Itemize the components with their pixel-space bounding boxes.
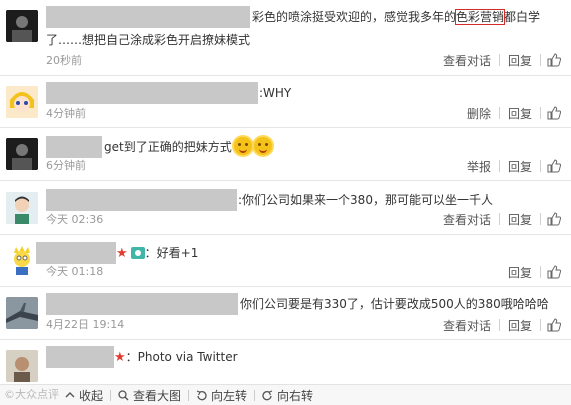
comment-actions: 查看对话 回复 bbox=[435, 211, 561, 227]
divider bbox=[0, 180, 571, 181]
comment-actions: 查看对话 回复 bbox=[435, 52, 561, 68]
like-icon[interactable] bbox=[541, 53, 561, 67]
comment-actions: 回复 bbox=[500, 264, 561, 280]
like-icon[interactable] bbox=[541, 106, 561, 120]
comment-text: 彩色的喷涂挺受欢迎的，感觉我多年的色彩营销都白学 bbox=[252, 9, 541, 25]
comment-text: get到了正确的把妹方式 bbox=[104, 137, 272, 157]
divider bbox=[0, 286, 571, 287]
report-link[interactable]: 举报 bbox=[459, 158, 499, 175]
avatar[interactable] bbox=[6, 192, 38, 224]
rotate-left-button[interactable]: 向左转 bbox=[189, 387, 254, 404]
username-redacted[interactable] bbox=[46, 346, 114, 368]
emoji-sun-icon bbox=[233, 137, 252, 155]
timestamp: 6分钟前 bbox=[46, 159, 86, 172]
collapse-button[interactable]: 收起 bbox=[58, 387, 110, 404]
comment-text: ★：Photo via Twitter bbox=[114, 350, 238, 365]
divider bbox=[0, 127, 571, 128]
like-icon[interactable] bbox=[541, 318, 561, 332]
like-icon[interactable] bbox=[541, 159, 561, 173]
username-redacted[interactable] bbox=[46, 82, 258, 104]
emoji-sun-icon bbox=[253, 137, 272, 155]
username-redacted[interactable] bbox=[46, 136, 102, 158]
timestamp: 20秒前 bbox=[46, 54, 82, 67]
avatar[interactable] bbox=[6, 350, 38, 382]
comment-text: 你们公司要是有330了，估计要改成500人的380哦哈哈哈 bbox=[240, 297, 549, 311]
username-redacted[interactable] bbox=[46, 6, 250, 28]
timestamp: 4分钟前 bbox=[46, 107, 86, 120]
avatar[interactable] bbox=[6, 297, 38, 329]
comment-text: :WHY bbox=[259, 86, 292, 100]
reply-link[interactable]: 回复 bbox=[500, 52, 540, 69]
like-icon[interactable] bbox=[541, 265, 561, 279]
reply-link[interactable]: 回复 bbox=[500, 211, 540, 228]
reply-link[interactable]: 回复 bbox=[500, 105, 540, 122]
camera-icon bbox=[130, 247, 145, 259]
timestamp: 今天 01:18 bbox=[46, 265, 104, 278]
username-redacted[interactable] bbox=[36, 242, 116, 264]
comment-actions: 举报 回复 bbox=[459, 158, 561, 174]
reply-link[interactable]: 回复 bbox=[500, 158, 540, 175]
vip-star-icon: ★ bbox=[116, 246, 128, 261]
view-conversation-link[interactable]: 查看对话 bbox=[435, 211, 499, 228]
delete-link[interactable]: 删除 bbox=[459, 105, 499, 122]
avatar[interactable] bbox=[6, 10, 38, 42]
comment-actions: 删除 回复 bbox=[459, 105, 561, 121]
view-conversation-link[interactable]: 查看对话 bbox=[435, 52, 499, 69]
magnifier-icon bbox=[118, 389, 129, 400]
view-large-button[interactable]: 查看大图 bbox=[111, 387, 188, 404]
rotate-left-icon bbox=[196, 389, 207, 400]
comment-actions: 查看对话 回复 bbox=[435, 317, 561, 333]
reply-link[interactable]: 回复 bbox=[500, 264, 540, 281]
rotate-right-icon bbox=[262, 389, 273, 400]
rotate-right-button[interactable]: 向右转 bbox=[255, 387, 320, 404]
reply-link[interactable]: 回复 bbox=[500, 317, 540, 334]
like-icon[interactable] bbox=[541, 212, 561, 226]
rotate-right-label: 向右转 bbox=[277, 388, 314, 403]
image-toolbar: 收起 查看大图 向左转 向右转 bbox=[0, 384, 571, 405]
divider bbox=[0, 75, 571, 76]
collapse-label: 收起 bbox=[79, 388, 104, 403]
divider bbox=[0, 339, 571, 340]
vip-star-icon: ★ bbox=[114, 350, 126, 365]
username-redacted[interactable] bbox=[46, 189, 237, 211]
comment-text: ★ ：好看+1 bbox=[116, 246, 199, 261]
highlighted-text: 色彩营销 bbox=[455, 9, 506, 25]
avatar[interactable] bbox=[6, 138, 38, 170]
view-large-label: 查看大图 bbox=[133, 388, 182, 403]
avatar[interactable] bbox=[6, 243, 38, 275]
view-conversation-link[interactable]: 查看对话 bbox=[435, 317, 499, 334]
comment-text: :你们公司如果来一个380，那可能可以坐一千人 bbox=[238, 193, 493, 207]
avatar[interactable] bbox=[6, 86, 38, 118]
comment-text-line2: 了……想把自己涂成彩色开启撩妹模式 bbox=[46, 33, 251, 47]
username-redacted[interactable] bbox=[46, 293, 238, 315]
rotate-left-label: 向左转 bbox=[211, 388, 248, 403]
watermark: ©大众点评 bbox=[4, 388, 59, 401]
timestamp: 4月22日 19:14 bbox=[46, 318, 125, 331]
timestamp: 今天 02:36 bbox=[46, 213, 104, 226]
divider bbox=[0, 234, 571, 235]
collapse-icon bbox=[65, 392, 75, 398]
